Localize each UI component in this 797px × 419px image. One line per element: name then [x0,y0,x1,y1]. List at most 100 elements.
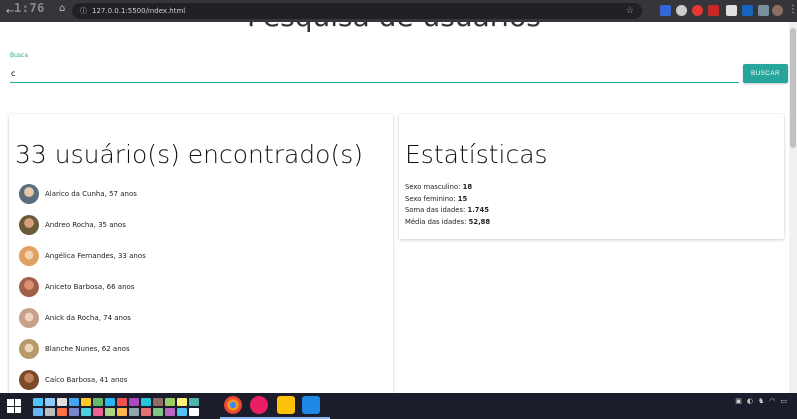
avatar [19,339,39,359]
avatar [19,277,39,297]
users-count-heading: 33 usuário(s) encontrado(s) [15,140,363,169]
info-icon[interactable]: ⓘ [80,6,87,16]
browser-nav: ← [0,6,14,17]
user-name: Aniceto Barbosa, 66 anos [45,283,135,291]
network-icon[interactable]: ▣ [735,397,742,405]
app-taskbar-icon[interactable] [250,396,268,414]
extension-icon[interactable] [708,5,719,16]
menu-icon[interactable]: ⋮ [788,4,797,15]
bookmark-star-icon[interactable]: ☆ [626,6,634,16]
extension-icon[interactable] [692,5,703,16]
extension-icon[interactable] [742,5,753,16]
volume-icon[interactable]: ◐ [747,397,753,405]
stat-male-value: 18 [462,183,473,191]
avatar [19,308,39,328]
user-name: Blanche Nunes, 62 anos [45,345,130,353]
app-icon[interactable] [45,408,55,416]
vscode-taskbar-icon[interactable] [302,396,320,414]
app-icon[interactable] [33,398,43,406]
profile-avatar[interactable] [772,5,783,16]
search-label: Busca [10,52,29,59]
user-name: Caíco Barbosa, 41 anos [45,376,128,384]
extension-icon[interactable] [660,5,671,16]
frame-counter: 1:76 [14,1,45,15]
avatar [19,370,39,390]
folder-taskbar-icon[interactable] [277,396,295,414]
app-icon[interactable] [117,398,127,406]
avatar [19,184,39,204]
users-card: 33 usuário(s) encontrado(s) Alarico da C… [9,114,393,404]
stat-female-value: 15 [457,194,468,203]
system-tray: ▣ ◐ ♞ ◠ ▭ [735,397,787,405]
shield-icon[interactable]: ♞ [758,397,764,405]
page-scrollbar[interactable] [789,22,797,393]
app-icon[interactable] [177,398,187,406]
app-icon[interactable] [33,408,43,416]
stat-avg-label: Média das idades: [405,217,467,226]
page: Pesquisa de usuários Busca BUSCAR 33 usu… [0,22,797,404]
extension-icon[interactable] [726,5,737,16]
app-icon[interactable] [141,398,151,406]
taskbar: ▣ ◐ ♞ ◠ ▭ [0,393,797,419]
app-icon[interactable] [141,408,151,416]
app-icon[interactable] [69,398,79,406]
app-icon[interactable] [57,408,67,416]
app-icon[interactable] [165,408,175,416]
app-icon[interactable] [189,408,199,416]
app-icon[interactable] [105,398,115,406]
app-icon[interactable] [93,398,103,406]
list-item: Andreo Rocha, 35 anos [19,214,126,236]
stat-female-label: Sexo feminino: [405,194,456,203]
extension-icon[interactable] [758,5,769,16]
home-icon[interactable]: ⌂ [59,3,65,14]
app-icon[interactable] [153,398,163,406]
stat-male: Sexo masculino: 18 [405,182,490,194]
user-name: Anick da Rocha, 74 anos [45,314,131,322]
stats-list: Sexo masculino: 18 Sexo feminino: 15 Som… [405,182,490,228]
app-icon[interactable] [129,408,139,416]
notification-icon[interactable]: ▭ [780,397,787,405]
app-icon[interactable] [57,398,67,406]
app-icon[interactable] [129,398,139,406]
app-icon[interactable] [81,408,91,416]
chrome-taskbar-icon[interactable] [224,396,242,414]
extension-icon[interactable] [676,5,687,16]
avatar [19,215,39,235]
search-button[interactable]: BUSCAR [743,64,788,83]
windows-start-icon[interactable] [7,399,21,413]
app-icon[interactable] [69,408,79,416]
app-icon[interactable] [189,398,199,406]
quicklaunch-icons [33,395,213,417]
app-icon[interactable] [117,408,127,416]
app-icon[interactable] [81,398,91,406]
user-name: Alarico da Cunha, 57 anos [45,190,137,198]
user-name: Andreo Rocha, 35 anos [45,221,126,229]
app-icon[interactable] [177,408,187,416]
stat-sum-label: Soma das idades: [405,206,466,214]
browser-toolbar: ← 1:76 ⌂ ⓘ 127.0.0.1:5500/index.html ☆ ⋮ [0,0,797,22]
list-item: Aniceto Barbosa, 66 anos [19,276,134,298]
url-text: 127.0.0.1:5500/index.html [92,7,186,15]
app-icon[interactable] [153,408,163,416]
stat-avg-value: 52,88 [468,217,491,226]
scrollbar-thumb[interactable] [790,28,796,148]
stat-sum: Soma das idades: 1.745 [405,205,490,217]
app-icon[interactable] [45,398,55,406]
app-icon[interactable] [165,398,175,406]
stat-female: Sexo feminino: 15 [405,194,490,206]
page-title-clip: Pesquisa de usuários [0,22,797,32]
stat-male-label: Sexo masculino: [405,183,461,191]
address-bar[interactable]: ⓘ 127.0.0.1:5500/index.html ☆ [72,3,642,19]
list-item: Caíco Barbosa, 41 anos [19,369,127,391]
stats-heading: Estatísticas [405,140,548,169]
app-icon[interactable] [93,408,103,416]
wifi-icon[interactable]: ◠ [769,397,775,405]
user-name: Angélica Fernandes, 33 anos [45,252,146,260]
list-item: Blanche Nunes, 62 anos [19,338,130,360]
stat-sum-value: 1.745 [467,206,489,214]
search-input[interactable] [10,65,739,83]
app-icon[interactable] [105,408,115,416]
avatar [19,246,39,266]
list-item: Angélica Fernandes, 33 anos [19,245,146,267]
stats-card: Estatísticas Sexo masculino: 18 Sexo fem… [399,114,784,239]
